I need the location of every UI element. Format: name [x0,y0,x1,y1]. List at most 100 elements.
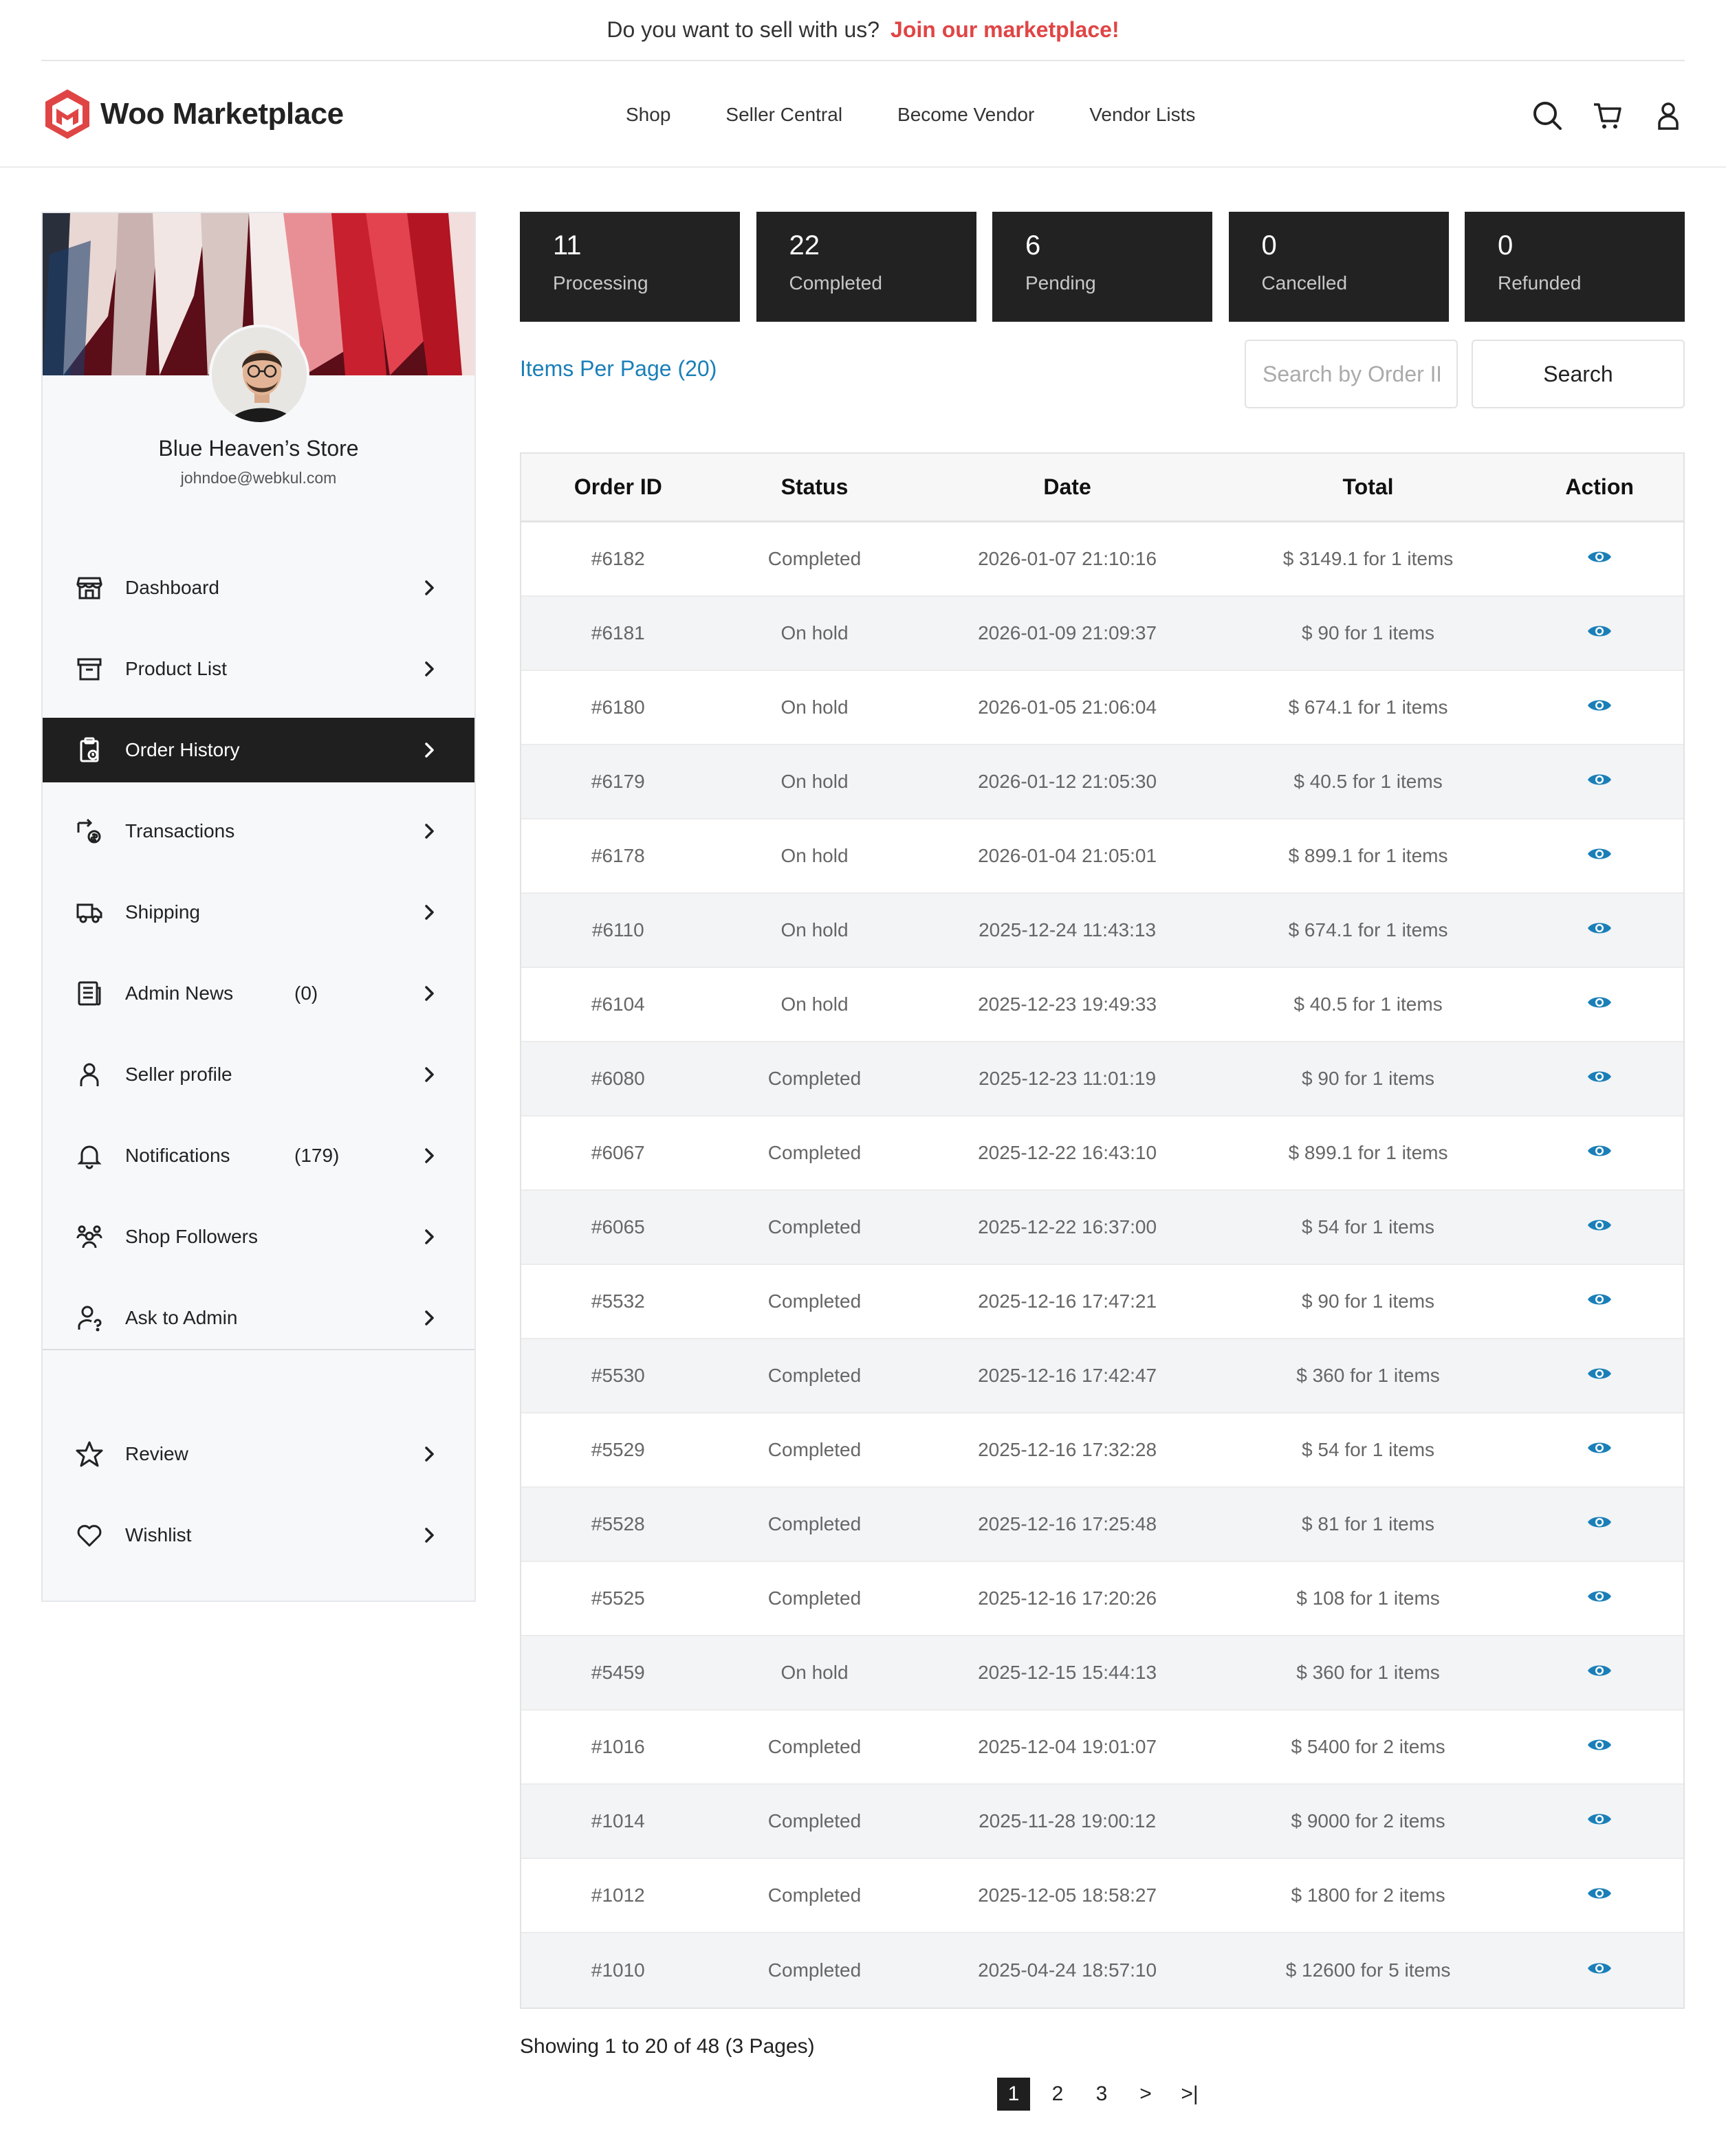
eye-icon[interactable] [1586,1290,1613,1308]
status-cell: Completed [767,1884,862,1906]
order-stats: 11 Processing 22 Completed 6 Pending 0 C… [520,212,1685,322]
total-cell: $ 3149.1 for 1 items [1282,548,1454,569]
star-icon [76,1440,103,1468]
seller-sidebar: Blue Heaven’s Store johndoe@webkul.com D… [41,212,476,1602]
eye-icon[interactable] [1586,1587,1613,1605]
pagination: 1 2 3 > >| [997,2078,1217,2111]
user-icon[interactable] [1652,99,1685,132]
sidebar-item-order-history[interactable]: Order History [43,718,474,782]
action-cell [1516,993,1683,1016]
avatar[interactable] [209,324,309,425]
last-page-button[interactable]: >| [1173,2078,1206,2111]
stat-card-processing[interactable]: 11 Processing [520,212,740,322]
eye-icon[interactable] [1586,1142,1613,1160]
eye-icon[interactable] [1586,696,1613,714]
eye-icon[interactable] [1586,548,1613,566]
nav-become-vendor[interactable]: Become Vendor [897,104,1034,126]
cart-icon[interactable] [1591,99,1624,132]
sidebar-item-product-list[interactable]: Product List [43,637,474,701]
nav-seller-central[interactable]: Seller Central [725,104,842,126]
join-marketplace-link[interactable]: Join our marketplace! [891,17,1119,43]
total-cell: $ 81 for 1 items [1302,1513,1435,1534]
stat-card-refunded[interactable]: 0 Refunded [1465,212,1685,322]
nav-vendor-lists[interactable]: Vendor Lists [1089,104,1195,126]
eye-icon[interactable] [1586,1216,1613,1234]
eye-icon[interactable] [1586,1662,1613,1680]
status-cell: Completed [767,1513,862,1534]
stat-card-completed[interactable]: 22 Completed [756,212,976,322]
stat-value: 0 [1261,230,1277,261]
stat-card-cancelled[interactable]: 0 Cancelled [1228,212,1449,322]
total-cell: $ 90 for 1 items [1302,1290,1435,1312]
table-header: Order ID Status Date Total Action [521,454,1683,522]
action-cell [1516,919,1683,942]
brand-logo[interactable]: Woo Marketplace [43,88,344,140]
eye-icon[interactable] [1586,1365,1613,1383]
date-cell: 2025-12-23 11:01:19 [979,1068,1157,1089]
date-cell: 2025-12-15 15:44:13 [978,1662,1157,1683]
table-row: #5529 Completed 2025-12-16 17:32:28 $ 54 fo… [521,1414,1683,1488]
sidebar-item-transactions[interactable]: Transactions [43,799,474,864]
orders-table: Order ID Status Date Total Action #6182 C… [520,452,1685,2009]
order-id-cell: #5532 [591,1290,645,1312]
date-cell: 2026-01-12 21:05:30 [978,771,1157,792]
table-body: #6182 Completed 2026-01-07 21:10:16 $ 3149.… [521,522,1683,2008]
search-icon[interactable] [1531,99,1564,132]
eye-icon[interactable] [1586,771,1613,789]
stat-card-pending[interactable]: 6 Pending [992,212,1212,322]
total-cell: $ 1800 for 2 items [1291,1884,1445,1906]
sidebar-item-wishlist[interactable]: Wishlist [43,1503,474,1568]
order-id-cell: #6104 [591,993,645,1015]
action-cell [1516,1736,1683,1759]
search-button[interactable]: Search [1472,340,1685,408]
eye-icon[interactable] [1586,622,1613,640]
page-3-button[interactable]: 3 [1085,2078,1118,2111]
eye-icon[interactable] [1586,1959,1613,1977]
status-cell: Completed [767,1290,862,1312]
total-cell: $ 5400 for 2 items [1291,1736,1445,1757]
page-1-button[interactable]: 1 [997,2078,1030,2111]
page-2-button[interactable]: 2 [1041,2078,1074,2111]
table-row: #6182 Completed 2026-01-07 21:10:16 $ 3149.… [521,522,1683,597]
date-cell: 2025-12-23 19:49:33 [978,993,1157,1015]
next-page-button[interactable]: > [1129,2078,1162,2111]
sidebar-item-seller-profile[interactable]: Seller profile [43,1042,474,1107]
eye-icon[interactable] [1586,1068,1613,1086]
sidebar-item-admin-news[interactable]: Admin News (0) [43,961,474,1026]
order-id-cell: #5528 [591,1513,645,1534]
eye-icon[interactable] [1586,919,1613,937]
eye-icon[interactable] [1586,845,1613,863]
total-cell: $ 360 for 1 items [1296,1365,1440,1386]
sidebar-item-shipping[interactable]: Shipping [43,880,474,945]
eye-icon[interactable] [1586,1736,1613,1754]
clipboard-icon [76,736,103,764]
sidebar-item-label: Wishlist [125,1524,192,1546]
order-search-input[interactable] [1245,340,1458,408]
eye-icon[interactable] [1586,993,1613,1011]
nav-shop[interactable]: Shop [626,104,670,126]
sidebar-item-review[interactable]: Review [43,1422,474,1486]
order-id-cell: #5459 [591,1662,645,1683]
sidebar-item-label: Notifications [125,1145,230,1166]
column-header: Total [1342,474,1394,499]
total-cell: $ 674.1 for 1 items [1288,919,1448,940]
status-cell: Completed [767,548,862,569]
sidebar-item-dashboard[interactable]: Dashboard [43,556,474,620]
date-cell: 2025-12-16 17:42:47 [978,1365,1157,1386]
order-id-cell: #1012 [591,1884,645,1906]
sidebar-item-label: Shop Followers [125,1226,258,1247]
eye-icon[interactable] [1586,1810,1613,1828]
order-id-cell: #6110 [591,919,644,940]
bell-icon [76,1142,103,1169]
eye-icon[interactable] [1586,1884,1613,1902]
eye-icon[interactable] [1586,1513,1613,1531]
order-id-cell: #6080 [591,1068,645,1089]
sidebar-item-notifications[interactable]: Notifications (179) [43,1123,474,1188]
items-per-page-link[interactable]: Items Per Page (20) [520,356,717,382]
order-id-cell: #1014 [591,1810,645,1832]
eye-icon[interactable] [1586,1439,1613,1457]
sidebar-item-shop-followers[interactable]: Shop Followers [43,1204,474,1269]
table-row: #6110 On hold 2025-12-24 11:43:13 $ 674.1 f… [521,894,1683,968]
sidebar-item-ask-to-admin[interactable]: Ask to Admin [43,1286,474,1350]
total-cell: $ 360 for 1 items [1296,1662,1440,1683]
